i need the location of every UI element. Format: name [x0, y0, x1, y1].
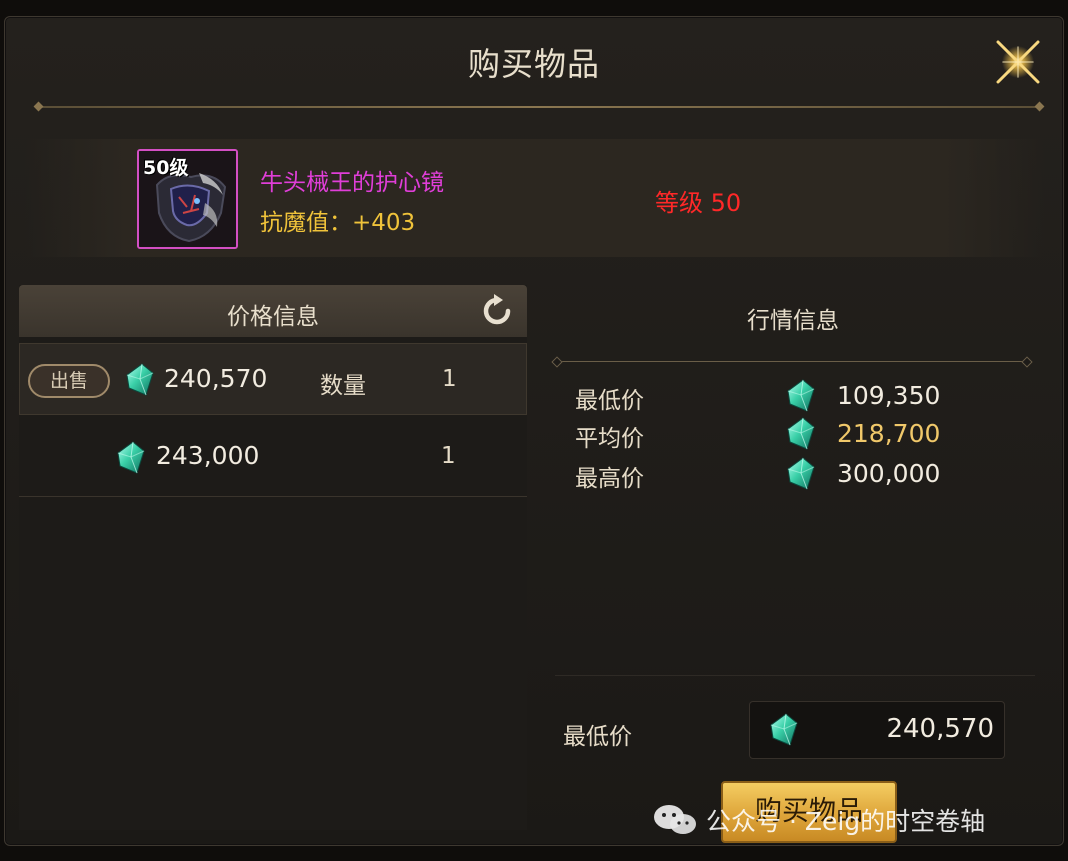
highest-price-value: 300,000	[837, 459, 941, 488]
price-info-panel: 价格信息 出售 240,570 数量 1 243,000 1	[19, 285, 527, 830]
buy-item-dialog: 购买物品 50级 牛头械王的护心镜 抗魔值：+403 等级 50 价格信息 出售…	[4, 16, 1064, 846]
close-button[interactable]	[993, 37, 1043, 87]
item-name: 牛头械王的护心镜	[260, 170, 444, 196]
market-divider	[557, 361, 1027, 362]
wechat-icon	[654, 805, 696, 834]
item-level-requirement: 等级 50	[655, 189, 742, 217]
title-divider	[39, 106, 1039, 108]
quantity-label: 数量	[320, 373, 366, 399]
listing-price: 240,570	[164, 364, 268, 393]
sell-badge: 出售	[28, 364, 110, 398]
item-stat: 抗魔值：+403	[260, 210, 416, 236]
gem-icon	[787, 457, 815, 491]
average-price-label: 平均价	[575, 426, 644, 452]
listing-row[interactable]: 243,000 1	[19, 421, 527, 497]
dialog-title: 购买物品	[467, 45, 600, 83]
gem-icon	[770, 713, 798, 747]
gem-icon	[787, 417, 815, 451]
refresh-icon	[483, 294, 511, 325]
item-banner: 50级 牛头械王的护心镜 抗魔值：+403 等级 50	[25, 139, 1045, 257]
item-icon-slot[interactable]: 50级	[137, 149, 238, 249]
watermark-text: 公众号 · Zeig的时空卷轴	[706, 807, 986, 836]
min-price-value: 240,570	[886, 714, 994, 744]
listing-price: 243,000	[156, 441, 260, 470]
price-info-header: 价格信息	[19, 285, 527, 337]
market-info-panel: 行情信息 最低价 109,350 平均价 218,700 最高价 300,000…	[545, 285, 1045, 843]
min-price-field: 240,570	[749, 701, 1005, 759]
market-info-title: 行情信息	[747, 308, 839, 334]
min-price-label: 最低价	[563, 724, 632, 750]
item-level-tag: 50级	[143, 157, 189, 179]
market-separator	[555, 675, 1035, 676]
gem-icon	[126, 363, 154, 397]
gem-icon	[117, 441, 145, 475]
listing-quantity: 1	[442, 366, 457, 392]
highest-price-label: 最高价	[575, 466, 644, 492]
watermark: 公众号 · Zeig的时空卷轴	[652, 800, 985, 840]
lowest-price-value: 109,350	[837, 381, 941, 410]
refresh-button[interactable]	[477, 291, 517, 331]
close-icon	[996, 40, 1040, 84]
average-price-value: 218,700	[837, 419, 941, 448]
lowest-price-label: 最低价	[575, 388, 644, 414]
listing-quantity: 1	[441, 443, 456, 469]
price-info-title: 价格信息	[227, 304, 319, 330]
gem-icon	[787, 379, 815, 413]
listing-row[interactable]: 出售 240,570 数量 1	[19, 343, 527, 415]
